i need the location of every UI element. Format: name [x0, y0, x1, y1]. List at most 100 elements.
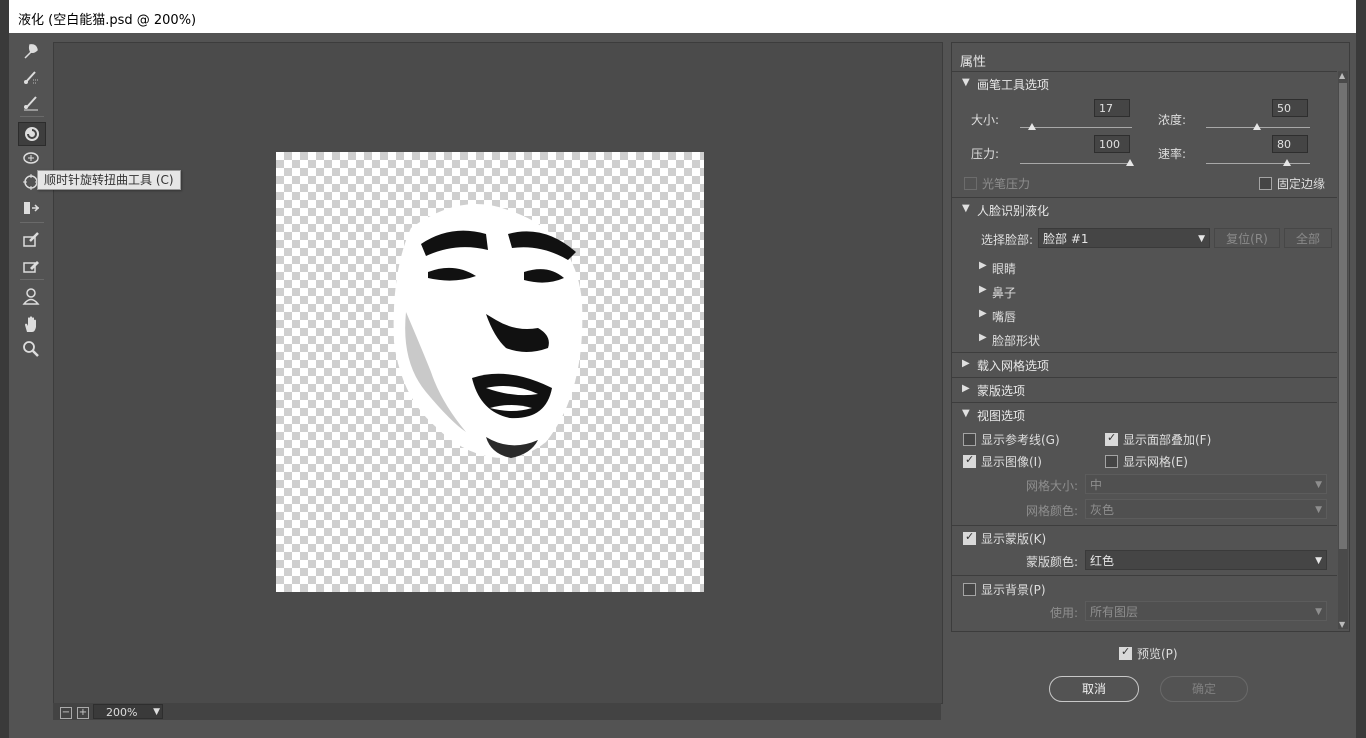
size-input[interactable]: 17	[1094, 99, 1130, 117]
cancel-button[interactable]: 取消	[1049, 676, 1139, 702]
show-backdrop-label: 显示背景(P)	[981, 583, 1046, 597]
density-slider-knob[interactable]	[1253, 123, 1261, 130]
show-guides-label: 显示参考线(G)	[981, 433, 1060, 447]
show-image-checkbox[interactable]	[963, 453, 976, 468]
use-dropdown[interactable]: 所有图层 ▼	[1085, 601, 1327, 621]
pucker-tool-icon[interactable]	[18, 147, 44, 169]
triangle-right-icon: ▶	[979, 308, 987, 319]
rate-label: 速率:	[1158, 147, 1187, 161]
select-face-dropdown[interactable]: 脸部 #1 ▼	[1038, 228, 1210, 248]
scroll-up-icon[interactable]: ▲	[1339, 71, 1345, 80]
use-label: 使用:	[1050, 606, 1079, 620]
chevron-down-icon: ▼	[1315, 556, 1322, 566]
section-brush-options[interactable]: ▼ 画笔工具选项	[952, 71, 1337, 96]
ok-button[interactable]: 确定	[1160, 676, 1248, 702]
stylus-pressure-label: 光笔压力	[982, 177, 1031, 191]
use-value: 所有图层	[1090, 605, 1139, 619]
reset-button[interactable]: 复位(R)	[1214, 228, 1280, 248]
pressure-slider-knob[interactable]	[1126, 159, 1134, 166]
image-layer[interactable]	[276, 152, 704, 592]
title-bar: 液化 (空白能猫.psd @ 200%)	[9, 0, 1356, 33]
show-backdrop-checkbox[interactable]	[963, 583, 976, 596]
face-image	[393, 204, 583, 458]
divider	[952, 525, 1337, 526]
mask-color-dropdown[interactable]: 红色 ▼	[1085, 550, 1327, 570]
zoom-in-button[interactable]: +	[77, 707, 89, 719]
pin-edges-label: 固定边缘	[1277, 177, 1326, 191]
pressure-label: 压力:	[971, 147, 1000, 161]
show-guides-checkbox[interactable]	[963, 433, 976, 446]
chevron-down-icon: ▼	[1198, 234, 1205, 244]
zoom-tool-icon[interactable]	[18, 338, 44, 360]
face-tool-icon[interactable]	[18, 285, 44, 307]
triangle-down-icon: ▼	[962, 408, 970, 419]
size-slider-knob[interactable]	[1028, 123, 1036, 130]
push-left-tool-icon[interactable]	[18, 197, 44, 219]
forward-warp-tool-icon[interactable]	[18, 40, 44, 62]
triangle-right-icon: ▶	[962, 358, 970, 369]
hand-tool-icon[interactable]	[18, 313, 44, 335]
freeze-mask-tool-icon[interactable]	[18, 228, 44, 250]
host-app-left-edge	[0, 0, 9, 738]
density-input[interactable]: 50	[1272, 99, 1308, 117]
show-mask-label: 显示蒙版(K)	[981, 532, 1047, 546]
section-label: 视图选项	[977, 409, 1026, 423]
mesh-color-dropdown[interactable]: 灰色 ▼	[1085, 499, 1327, 519]
mesh-size-label: 网格大小:	[1026, 479, 1079, 493]
pressure-slider[interactable]	[1020, 163, 1132, 164]
all-button[interactable]: 全部	[1284, 228, 1332, 248]
twirl-clockwise-tool-icon[interactable]	[18, 122, 46, 146]
show-face-overlay-label: 显示面部叠加(F)	[1123, 433, 1212, 447]
preview-label: 预览(P)	[1137, 647, 1178, 661]
show-mask-checkbox[interactable]	[963, 530, 976, 545]
panel-title: 属性	[960, 55, 987, 70]
scroll-down-icon[interactable]: ▼	[1339, 620, 1345, 629]
face-feature-label: 鼻子	[992, 286, 1017, 300]
show-mesh-checkbox[interactable]	[1105, 455, 1118, 468]
tool-tooltip: 顺时针旋转扭曲工具 (C)	[37, 170, 181, 190]
scrollbar-thumb[interactable]	[1339, 83, 1347, 549]
rate-slider[interactable]	[1206, 163, 1310, 164]
section-label: 画笔工具选项	[977, 78, 1050, 92]
mesh-size-value: 中	[1090, 478, 1103, 492]
show-face-overlay-checkbox[interactable]	[1105, 431, 1118, 446]
select-face-label: 选择脸部:	[981, 233, 1034, 247]
section-view-options[interactable]: ▼ 视图选项	[952, 402, 1337, 427]
mask-color-value: 红色	[1090, 554, 1115, 568]
chevron-down-icon: ▼	[1315, 505, 1322, 515]
mesh-color-value: 灰色	[1090, 503, 1115, 517]
section-label: 蒙版选项	[977, 384, 1026, 398]
select-face-value: 脸部 #1	[1043, 232, 1089, 246]
face-feature-label: 嘴唇	[992, 310, 1017, 324]
panel-scrollbar[interactable]: ▲ ▼	[1338, 71, 1348, 629]
thaw-mask-tool-icon[interactable]	[18, 254, 44, 276]
zoom-out-button[interactable]: −	[60, 707, 72, 719]
properties-panel: 属性 ▼ 画笔工具选项 大小: 17 浓度: 50 压力: 100 速率: 80…	[951, 42, 1350, 632]
rate-slider-knob[interactable]	[1283, 159, 1291, 166]
show-image-label: 显示图像(I)	[981, 455, 1042, 469]
mesh-color-label: 网格颜色:	[1026, 504, 1079, 518]
section-mask-options[interactable]: ▶ 蒙版选项	[952, 377, 1337, 402]
triangle-right-icon: ▶	[979, 284, 987, 295]
section-load-mesh-options[interactable]: ▶ 载入网格选项	[952, 352, 1337, 377]
divider	[952, 575, 1337, 576]
triangle-down-icon: ▼	[962, 77, 970, 88]
density-label: 浓度:	[1158, 113, 1187, 127]
host-app-right-edge	[1356, 0, 1366, 738]
triangle-down-icon: ▼	[962, 203, 970, 214]
stylus-pressure-checkbox[interactable]	[964, 177, 977, 190]
rate-input[interactable]: 80	[1272, 135, 1308, 153]
smooth-tool-icon[interactable]	[18, 91, 44, 113]
mesh-size-dropdown[interactable]: 中 ▼	[1085, 474, 1327, 494]
triangle-right-icon: ▶	[962, 383, 970, 394]
chevron-down-icon: ▼	[1315, 480, 1322, 490]
chevron-down-icon: ▼	[153, 707, 160, 717]
pressure-input[interactable]: 100	[1094, 135, 1130, 153]
zoom-select[interactable]: 200% ▼	[93, 704, 163, 719]
pin-edges-checkbox[interactable]	[1259, 177, 1272, 190]
section-face-aware-liquify[interactable]: ▼ 人脸识别液化	[952, 197, 1337, 222]
size-slider[interactable]	[1020, 127, 1132, 128]
preview-checkbox[interactable]	[1119, 645, 1132, 660]
reconstruct-tool-icon[interactable]	[18, 66, 44, 88]
face-feature-label: 眼睛	[992, 262, 1017, 276]
